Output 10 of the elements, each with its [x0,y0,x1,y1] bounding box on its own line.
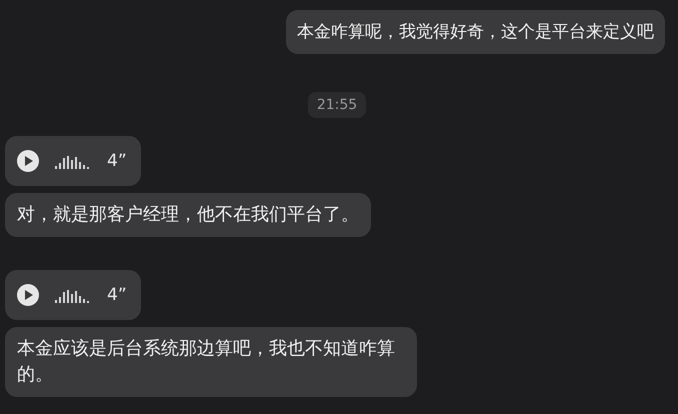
message-bubble: 本金咋算呢，我觉得好奇，这个是平台来定义吧 [286,10,665,54]
voice-duration: 4” [107,285,127,305]
message-bubble: 本金应该是后台系统那边算吧，我也不知道咋算的。 [5,327,417,397]
voice-duration: 4” [107,151,127,171]
play-button[interactable] [17,284,39,306]
play-button[interactable] [17,150,39,172]
message-bubble: 对，就是那客户经理，他不在我们平台了。 [5,193,371,237]
waveform-icon [55,287,91,303]
waveform-icon [55,153,91,169]
timestamp: 21:55 [308,92,366,118]
